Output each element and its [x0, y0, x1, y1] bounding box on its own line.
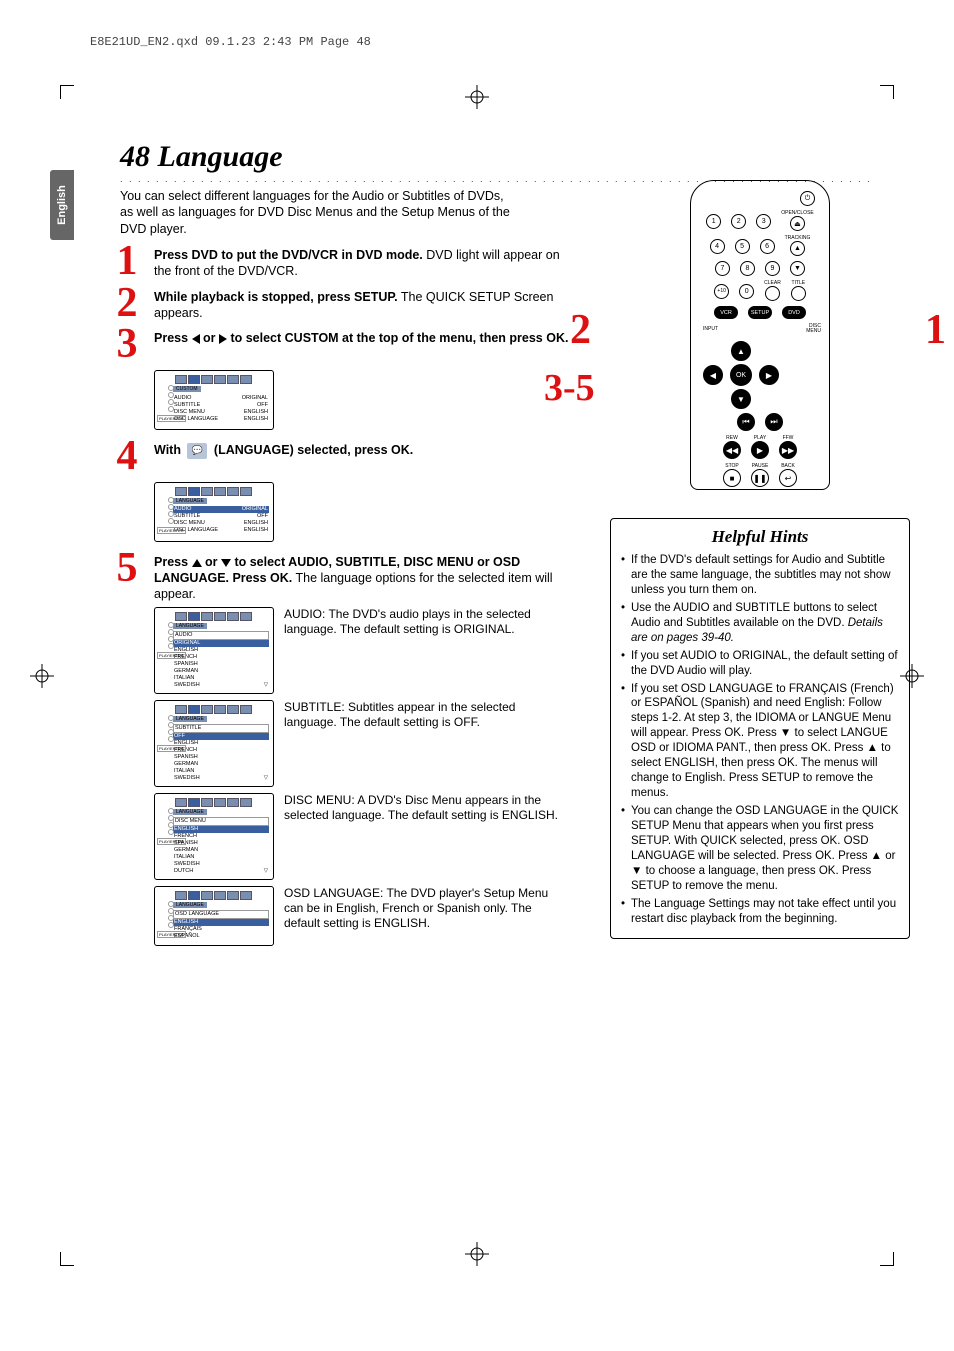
crop-mark: [880, 1252, 894, 1266]
step-number: 4: [110, 438, 144, 476]
hint-item: If you set OSD LANGUAGE to FRANÇAIS (Fre…: [621, 682, 899, 802]
registration-mark: [465, 1242, 489, 1266]
plus10-button: +10: [714, 284, 729, 299]
callout-3-5: 3-5: [544, 366, 595, 410]
num-1-button: 1: [706, 214, 721, 229]
num-0-button: 0: [739, 284, 754, 299]
callout-1: 1: [925, 306, 946, 354]
nav-left-button: ◀: [703, 365, 723, 385]
step-4: 4 With 💬 (LANGUAGE) selected, press OK.: [110, 438, 570, 476]
skip-back-button: ⏮: [737, 413, 755, 431]
num-7-button: 7: [715, 261, 730, 276]
nav-right-button: ▶: [759, 365, 779, 385]
pause-button: ❚❚: [751, 469, 769, 487]
step-3: 3 Press or to select CUSTOM at the top o…: [110, 326, 570, 364]
nav-down-button: ▼: [731, 389, 751, 409]
content: English 48 Language . . . . . . . . . . …: [50, 140, 904, 952]
step-body: Press or to select CUSTOM at the top of …: [154, 326, 570, 346]
up-arrow-icon: [192, 559, 202, 567]
down-arrow-icon: [221, 559, 231, 567]
osd-screenshot-subtitle: PLAY/ENTER LANGUAGE SUBTITLE OFF ENGLISH…: [154, 700, 274, 787]
num-2-button: 2: [731, 214, 746, 229]
ok-button: OK: [730, 364, 752, 386]
steps-column: 1 Press DVD to put the DVD/VCR in DVD mo…: [110, 243, 570, 946]
hint-item: You can change the OSD LANGUAGE in the Q…: [621, 804, 899, 894]
print-slug: E8E21UD_EN2.qxd 09.1.23 2:43 PM Page 48: [90, 35, 371, 49]
osd-screenshot-osdlang: PLAY/ENTER LANGUAGE OSD LANGUAGE ENGLISH…: [154, 886, 274, 946]
page: E8E21UD_EN2.qxd 09.1.23 2:43 PM Page 48 …: [0, 0, 954, 1351]
num-5-button: 5: [735, 239, 750, 254]
callout-2: 2: [570, 306, 591, 354]
num-6-button: 6: [760, 239, 775, 254]
right-column: 2 1 3-5 ⏻ 1 2 3 OPEN/CLOSE⏏ 4 5: [610, 180, 910, 939]
helpful-hints-box: Helpful Hints If the DVD's default setti…: [610, 518, 910, 939]
num-9-button: 9: [765, 261, 780, 276]
hints-title: Helpful Hints: [621, 527, 899, 547]
crop-mark: [880, 85, 894, 99]
remote-diagram: 2 1 3-5 ⏻ 1 2 3 OPEN/CLOSE⏏ 4 5: [610, 180, 910, 510]
right-arrow-icon: [219, 334, 227, 344]
substep-desc: SUBTITLE: Subtitles appear in the select…: [284, 700, 570, 787]
step-number: 1: [110, 243, 144, 281]
crop-mark: [60, 85, 74, 99]
num-3-button: 3: [756, 214, 771, 229]
play-button: ▶: [751, 441, 769, 459]
hints-list: If the DVD's default settings for Audio …: [621, 553, 899, 927]
registration-mark: [465, 85, 489, 109]
step-body: While playback is stopped, press SETUP. …: [154, 285, 570, 322]
language-tab-icon: 💬: [187, 443, 207, 459]
hint-item: If the DVD's default settings for Audio …: [621, 553, 899, 598]
hint-item: The Language Settings may not take effec…: [621, 897, 899, 927]
substep-discmenu: PLAY/ENTER LANGUAGE DISC MENU ENGLISH FR…: [154, 793, 570, 880]
num-8-button: 8: [740, 261, 755, 276]
skip-fwd-button: ⏭: [765, 413, 783, 431]
step-number: 5: [110, 550, 144, 588]
back-button: ↩: [779, 469, 797, 487]
nav-up-button: ▲: [731, 341, 751, 361]
substep-subtitle: PLAY/ENTER LANGUAGE SUBTITLE OFF ENGLISH…: [154, 700, 570, 787]
step-1: 1 Press DVD to put the DVD/VCR in DVD mo…: [110, 243, 570, 281]
substep-desc: OSD LANGUAGE: The DVD player's Setup Men…: [284, 886, 570, 946]
power-button: ⏻: [800, 191, 815, 206]
setup-button: SETUP: [748, 306, 772, 319]
step-number: 2: [110, 285, 144, 323]
tracking-up-button: ▲: [790, 241, 805, 256]
hint-item: If you set AUDIO to ORIGINAL, the defaul…: [621, 649, 899, 679]
page-title: 48 Language: [120, 140, 904, 174]
osd-screenshot-audio: PLAY/ENTER LANGUAGE AUDIO ORIGINAL ENGLI…: [154, 607, 274, 694]
step-number: 3: [110, 326, 144, 364]
tracking-down-button: ▼: [790, 261, 805, 276]
vcr-button: VCR: [714, 306, 738, 319]
language-tab: English: [50, 170, 74, 240]
dvd-button: DVD: [782, 306, 806, 319]
substep-audio: PLAY/ENTER LANGUAGE AUDIO ORIGINAL ENGLI…: [154, 607, 570, 694]
crop-mark: [60, 1252, 74, 1266]
intro-text: You can select different languages for t…: [120, 188, 510, 237]
remote-outline: ⏻ 1 2 3 OPEN/CLOSE⏏ 4 5 6 TRACKING▲: [690, 180, 830, 490]
substep-desc: DISC MENU: A DVD's Disc Menu appears in …: [284, 793, 570, 880]
step-body: With 💬 (LANGUAGE) selected, press OK.: [154, 438, 570, 459]
clear-button: [765, 286, 780, 301]
osd-screenshot-discmenu: PLAY/ENTER LANGUAGE DISC MENU ENGLISH FR…: [154, 793, 274, 880]
step-body: Press DVD to put the DVD/VCR in DVD mode…: [154, 243, 570, 280]
left-arrow-icon: [192, 334, 200, 344]
osd-screenshot-custom: PLAY/ENTER CUSTOM AUDIOORIGINAL SUBTITLE…: [154, 370, 274, 430]
step-body: Press or to select AUDIO, SUBTITLE, DISC…: [154, 550, 570, 603]
hint-item: Use the AUDIO and SUBTITLE buttons to se…: [621, 601, 899, 646]
substep-desc: AUDIO: The DVD's audio plays in the sele…: [284, 607, 570, 694]
title-button: [791, 286, 806, 301]
step-2: 2 While playback is stopped, press SETUP…: [110, 285, 570, 323]
osd-screenshot-language: PLAY/ENTER LANGUAGE AUDIOORIGINAL SUBTIT…: [154, 482, 274, 542]
nav-pad: ▲ ◀ OK ▶ ▼: [699, 339, 821, 411]
num-4-button: 4: [710, 239, 725, 254]
ffw-button: ▶▶: [779, 441, 797, 459]
open-close-button: ⏏: [790, 216, 805, 231]
substep-osdlang: PLAY/ENTER LANGUAGE OSD LANGUAGE ENGLISH…: [154, 886, 570, 946]
stop-button: ■: [723, 469, 741, 487]
rew-button: ◀◀: [723, 441, 741, 459]
step-5: 5 Press or to select AUDIO, SUBTITLE, DI…: [110, 550, 570, 603]
